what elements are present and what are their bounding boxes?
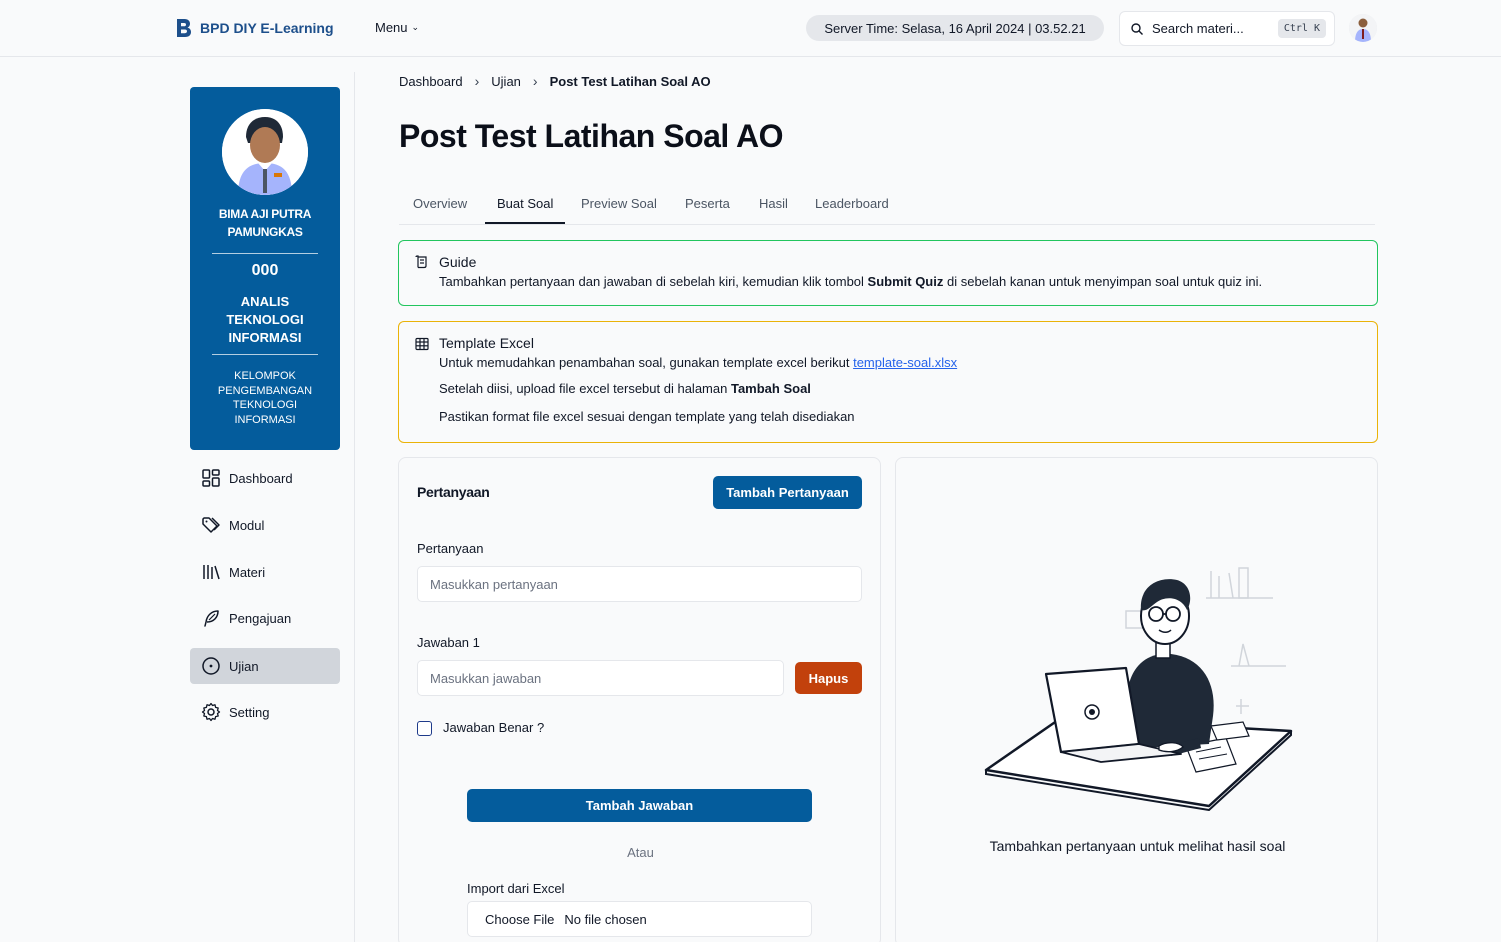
question-label: Pertanyaan	[417, 541, 484, 556]
guide-text-part: Tambahkan pertanyaan dan jawaban di sebe…	[439, 274, 868, 289]
tab-hasil[interactable]: Hasil	[759, 196, 788, 211]
profile-name: BIMA AJI PUTRA PAMUNGKAS	[218, 207, 312, 239]
server-time-badge: Server Time: Selasa, 16 April 2024 | 03.…	[806, 15, 1104, 41]
sidebar-item-label: Dashboard	[229, 470, 293, 486]
brand-logo-icon	[177, 19, 191, 37]
or-divider-text: Atau	[627, 845, 654, 860]
breadcrumb: Dashboard › Ujian › Post Test Latihan So…	[399, 73, 711, 89]
add-question-button[interactable]: Tambah Pertanyaan	[713, 476, 862, 509]
profile-card: BIMA AJI PUTRA PAMUNGKAS 000 ANALIS TEKN…	[190, 87, 340, 450]
menu-dropdown[interactable]: Menu ⌄	[375, 20, 419, 35]
dashboard-icon	[202, 469, 220, 487]
breadcrumb-ujian[interactable]: Ujian	[491, 74, 521, 89]
question-form-panel: Pertanyaan Tambah Pertanyaan Pertanyaan …	[398, 457, 881, 942]
answer-label: Jawaban 1	[417, 635, 480, 650]
question-input[interactable]	[417, 566, 862, 602]
add-answer-button[interactable]: Tambah Jawaban	[467, 789, 812, 822]
empty-state-illustration	[984, 567, 1293, 811]
correct-answer-checkbox[interactable]	[417, 721, 432, 736]
import-label: Import dari Excel	[467, 881, 565, 896]
template-excel-alert: Template Excel Untuk memudahkan penambah…	[398, 321, 1378, 443]
template-excel-line: Setelah diisi, upload file excel tersebu…	[439, 381, 811, 396]
library-icon	[203, 565, 220, 580]
template-excel-text: Setelah diisi, upload file excel tersebu…	[439, 381, 731, 396]
tab-leaderboard[interactable]: Leaderboard	[815, 196, 889, 211]
search-icon	[1131, 22, 1143, 35]
feather-icon	[204, 610, 219, 627]
sidebar-item-ujian[interactable]: Ujian	[190, 648, 340, 684]
template-excel-line: Pastikan format file excel sesuai dengan…	[439, 409, 855, 424]
sidebar-item-modul[interactable]: Modul	[190, 507, 340, 543]
template-excel-line: Untuk memudahkan penambahan soal, gunaka…	[439, 355, 957, 370]
search-shortcut: Ctrl K	[1277, 19, 1326, 38]
correct-answer-label: Jawaban Benar ?	[443, 720, 545, 735]
avatar-image	[1349, 14, 1377, 42]
template-excel-bold: Tambah Soal	[730, 381, 811, 396]
profile-unit: KELOMPOK PENGEMBANGAN TEKNOLOGI INFORMAS…	[217, 370, 313, 426]
answer-input[interactable]	[417, 660, 784, 696]
guide-alert: Guide Tambahkan pertanyaan dan jawaban d…	[398, 240, 1378, 306]
sidebar-item-label: Ujian	[229, 658, 259, 674]
profile-avatar	[222, 109, 308, 195]
search-placeholder: Search materi...	[1152, 21, 1244, 36]
sidebar-item-label: Materi	[229, 564, 266, 580]
empty-preview-text: Tambahkan pertanyaan untuk melihat hasil…	[989, 838, 1286, 854]
tag-icon	[202, 517, 220, 533]
breadcrumb-dashboard[interactable]: Dashboard	[399, 74, 463, 89]
chevron-right-icon: ›	[474, 73, 480, 89]
page-title: Post Test Latihan Soal AO	[399, 118, 784, 154]
active-tab-indicator	[485, 222, 565, 224]
profile-divider	[212, 354, 318, 355]
brand[interactable]: BPD DIY E-Learning	[174, 17, 334, 39]
sidebar-item-setting[interactable]: Setting	[190, 694, 340, 730]
chevron-right-icon: ›	[532, 73, 538, 89]
profile-divider	[212, 253, 318, 254]
user-avatar[interactable]	[1349, 14, 1377, 42]
profile-role: ANALIS TEKNOLOGI INFORMASI	[226, 294, 304, 345]
scroll-icon	[415, 255, 427, 269]
tab-preview-soal[interactable]: Preview Soal	[581, 196, 657, 211]
tab-peserta[interactable]: Peserta	[685, 196, 730, 211]
profile-nip: 000	[251, 262, 279, 279]
breadcrumb-current: Post Test Latihan Soal AO	[549, 73, 711, 89]
choose-file-button[interactable]: Choose File	[485, 912, 554, 927]
sidebar-item-label: Modul	[229, 517, 265, 533]
preview-panel: Tambahkan pertanyaan untuk melihat hasil…	[895, 457, 1378, 942]
form-heading: Pertanyaan	[417, 484, 490, 500]
sidebar-item-label: Pengajuan	[229, 610, 292, 626]
chevron-down-icon: ⌄	[411, 22, 420, 32]
guide-title: Guide	[439, 254, 477, 270]
template-excel-title: Template Excel	[439, 335, 534, 351]
tab-overview[interactable]: Overview	[413, 196, 467, 211]
excel-file-input[interactable]: Choose File No file chosen	[467, 901, 812, 937]
template-excel-text: Untuk memudahkan penambahan soal, gunaka…	[439, 355, 854, 370]
gear-icon	[201, 702, 221, 722]
guide-text: Tambahkan pertanyaan dan jawaban di sebe…	[439, 274, 1262, 289]
template-download-link[interactable]: template-soal.xlsx	[853, 355, 957, 370]
guide-text-bold: Submit Quiz	[867, 274, 944, 289]
tab-bar: Overview Buat Soal Preview Soal Peserta …	[399, 186, 1375, 225]
profile-photo	[222, 109, 308, 195]
sidebar-item-pengajuan[interactable]: Pengajuan	[190, 600, 340, 636]
file-status: No file chosen	[564, 911, 647, 927]
delete-answer-button[interactable]: Hapus	[795, 662, 862, 694]
search-button[interactable]: Search materi... Ctrl K	[1119, 11, 1335, 46]
table-icon	[415, 337, 429, 351]
sidebar-item-label: Setting	[229, 704, 270, 720]
sidebar-item-dashboard[interactable]: Dashboard	[190, 460, 340, 496]
menu-label: Menu	[375, 20, 408, 35]
sidebar-item-materi[interactable]: Materi	[190, 554, 340, 590]
brand-name: BPD DIY E-Learning	[200, 20, 334, 36]
guide-text-part: di sebelah kanan untuk menyimpan soal un…	[943, 274, 1263, 289]
sidebar-divider	[354, 72, 355, 942]
target-icon	[202, 657, 220, 675]
top-navbar: BPD DIY E-Learning Menu ⌄ Server Time: S…	[0, 0, 1501, 57]
tab-buat-soal[interactable]: Buat Soal	[497, 196, 553, 211]
